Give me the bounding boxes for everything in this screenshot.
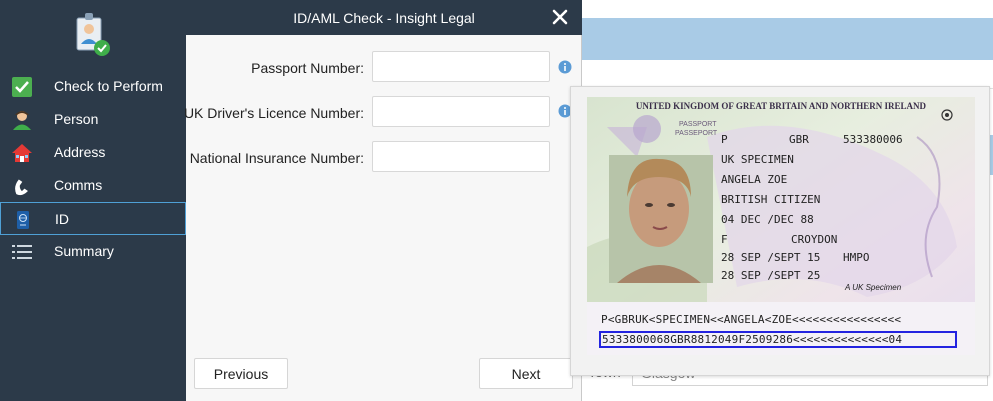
sidebar-item-address[interactable]: Address xyxy=(0,136,186,169)
id-aml-check-dialog: ID/AML Check - Insight Legal Passport Nu… xyxy=(183,0,582,401)
passport-sex: F xyxy=(721,233,728,246)
id-badge-logo-icon xyxy=(76,13,110,56)
house-icon xyxy=(11,142,33,164)
passport-signature: A UK Specimen xyxy=(845,283,902,292)
passport-country-header: UNITED KINGDOM OF GREAT BRITAIN AND NORT… xyxy=(635,101,927,111)
passport-number-input[interactable] xyxy=(372,51,550,82)
passport-surname: UK SPECIMEN xyxy=(721,153,794,166)
sidebar: Check to Perform Person Address Comms ID… xyxy=(0,0,186,401)
previous-button[interactable]: Previous xyxy=(194,358,288,389)
phone-icon xyxy=(11,175,33,197)
dialog-titlebar: ID/AML Check - Insight Legal xyxy=(186,0,582,35)
passport-icon xyxy=(12,209,34,231)
passport-doc-label: PASSPORT xyxy=(679,121,717,128)
dialog-title: ID/AML Check - Insight Legal xyxy=(293,10,475,26)
sidebar-item-label: Check to Perform xyxy=(54,78,163,94)
sidebar-item-summary[interactable]: Summary xyxy=(0,235,186,268)
passport-given-names: ANGELA ZOE xyxy=(721,173,788,186)
passport-number: 533380006 xyxy=(843,133,903,146)
person-icon xyxy=(11,109,33,131)
national-insurance-number-label: National Insurance Number: xyxy=(189,150,364,166)
list-icon xyxy=(11,241,33,263)
sidebar-item-label: ID xyxy=(55,211,69,227)
passport-type: P xyxy=(721,133,728,146)
passport-nationality: BRITISH CITIZEN xyxy=(721,193,821,206)
sidebar-item-id[interactable]: ID xyxy=(0,202,186,235)
sidebar-item-label: Summary xyxy=(54,243,114,259)
passport-code: GBR xyxy=(789,133,809,146)
sidebar-item-label: Comms xyxy=(54,177,103,193)
passport-number-label: Passport Number: xyxy=(251,60,364,76)
passport-doc-label-fr: PASSEPORT xyxy=(675,130,718,137)
checkmark-icon xyxy=(11,76,33,98)
passport-date-of-issue: 28 SEP /SEPT 15 xyxy=(721,251,821,264)
sidebar-item-label: Address xyxy=(54,144,106,160)
passport-authority: HMPO xyxy=(843,251,870,264)
sidebar-item-person[interactable]: Person xyxy=(0,103,186,136)
passport-place-of-birth: CROYDON xyxy=(791,233,838,246)
passport-example-tooltip: UNITED KINGDOM OF GREAT BRITAIN AND NORT… xyxy=(570,86,990,376)
sidebar-item-label: Person xyxy=(54,111,99,127)
passport-date-of-expiry: 28 SEP /SEPT 25 xyxy=(721,269,821,282)
sidebar-item-check-to-perform[interactable]: Check to Perform xyxy=(0,70,186,103)
close-icon[interactable] xyxy=(550,7,570,27)
info-icon[interactable] xyxy=(558,60,572,74)
driver-licence-number-label: UK Driver's Licence Number: xyxy=(183,105,364,121)
passport-specimen-image: UNITED KINGDOM OF GREAT BRITAIN AND NORT… xyxy=(587,97,975,355)
passport-mrz-line2: 5333800068GBR8812049F2509286<<<<<<<<<<<<… xyxy=(602,333,903,346)
sidebar-item-comms[interactable]: Comms xyxy=(0,169,186,202)
next-button[interactable]: Next xyxy=(479,358,573,389)
driver-licence-number-input[interactable] xyxy=(372,96,550,127)
background-header-strip xyxy=(580,18,993,60)
passport-date-of-birth: 04 DEC /DEC 88 xyxy=(721,213,814,226)
passport-mrz-line1: P<GBRUK<SPECIMEN<<ANGELA<ZOE<<<<<<<<<<<<… xyxy=(601,313,902,326)
national-insurance-number-input[interactable] xyxy=(372,141,550,172)
